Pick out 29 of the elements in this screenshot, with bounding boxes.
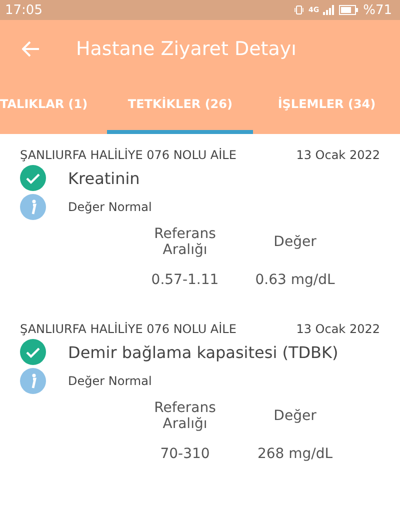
info-icon [20, 368, 46, 394]
battery-level: %71 [363, 2, 392, 18]
column-header: Değer [272, 234, 318, 250]
facility-name: ŞANLIURFA HALİLİYE 076 NOLU AİLE [20, 148, 236, 162]
battery-icon [339, 5, 360, 15]
status-text: Değer Normal [68, 374, 152, 388]
clock: 17:05 [5, 2, 42, 18]
reference-range: 0.57-1.11 [151, 272, 219, 288]
tab[interactable]: TALIKLAR (1) [0, 78, 107, 134]
column-header: Değer [272, 408, 318, 424]
signal-icon [323, 5, 336, 15]
column-header: Referans Aralığı [153, 400, 217, 432]
facility-name: ŞANLIURFA HALİLİYE 076 NOLU AİLE [20, 322, 236, 336]
status-text: Değer Normal [68, 200, 152, 214]
screen-title: Hastane Ziyaret Detayı [76, 38, 296, 60]
tab[interactable]: TETKİKLER (26) [106, 78, 254, 134]
check-icon [20, 339, 46, 365]
column-header: Referans Aralığı [153, 226, 217, 258]
test-name: Demir bağlama kapasitesi (TDBK) [68, 342, 338, 362]
date: 13 Ocak 2022 [296, 148, 380, 162]
date: 13 Ocak 2022 [296, 322, 380, 336]
info-icon [20, 194, 46, 220]
reference-range: 70-310 [160, 446, 210, 462]
result-value: 0.63 mg/dL [255, 272, 335, 288]
check-icon [20, 165, 46, 191]
test-name: Kreatinin [68, 168, 140, 188]
vibrate-icon [294, 5, 304, 15]
tab[interactable]: İŞLEMLER (34) [253, 78, 400, 134]
result-value: 268 mg/dL [257, 446, 333, 462]
